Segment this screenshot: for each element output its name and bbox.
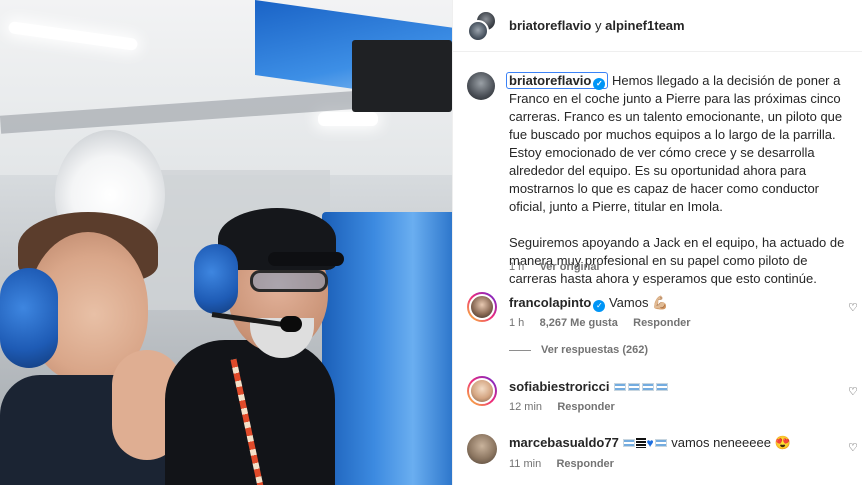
post-authors: briatoreflavio y alpinef1team <box>509 18 685 33</box>
timestamp[interactable]: 1 h <box>509 261 524 273</box>
caption-username[interactable]: briatoreflavio ✓ <box>506 72 609 90</box>
headset-mic <box>280 316 302 332</box>
view-replies-button[interactable]: Ver respuestas (262) <box>509 344 648 356</box>
avatar[interactable] <box>467 434 497 464</box>
heart-outline-icon[interactable]: ♡ <box>848 386 860 398</box>
argentina-flags-emoji <box>613 379 669 394</box>
avatar-image <box>469 294 495 320</box>
post-header: briatoreflavio y alpinef1team <box>453 0 862 52</box>
argentina-flag-icon <box>642 383 655 391</box>
caption-text: Hemos llegado a la decisión de poner a F… <box>509 73 843 214</box>
avatar-image <box>469 378 495 404</box>
comment-username[interactable]: sofiabiestroricci <box>509 379 609 394</box>
timestamp[interactable]: 1 h <box>509 317 524 329</box>
heart-outline-icon[interactable]: ♡ <box>848 302 860 314</box>
reply-button[interactable]: Responder <box>556 458 613 470</box>
stripes-emoji-icon <box>636 438 647 448</box>
comment-meta: 12 min Responder <box>509 401 615 413</box>
avatar[interactable] <box>467 376 497 406</box>
comment: francolapinto ✓ Vamos 💪🏼 <box>509 294 829 312</box>
timestamp[interactable]: 11 min <box>509 458 541 470</box>
timestamp[interactable]: 12 min <box>509 401 542 413</box>
collab-avatars[interactable] <box>467 10 499 42</box>
comment-meta: 11 min Responder <box>509 458 614 470</box>
reply-button[interactable]: Responder <box>633 317 690 329</box>
avatar[interactable] <box>467 292 497 322</box>
heart-outline-icon[interactable]: ♡ <box>848 442 860 454</box>
comment-username[interactable]: marcebasualdo77 <box>509 435 619 450</box>
sunglasses <box>250 270 328 292</box>
argentina-flag-icon <box>623 439 636 447</box>
comment: sofiabiestroricci <box>509 378 829 396</box>
post-photo[interactable] <box>0 0 452 485</box>
team-principal-shirt <box>165 340 335 485</box>
avatar[interactable] <box>467 20 489 42</box>
comment-text: vamos neneeeee 😍 <box>671 435 791 450</box>
argentina-flag-icon <box>656 383 669 391</box>
cap-visor <box>268 252 344 266</box>
team-principal-headset <box>194 244 238 314</box>
replies-divider <box>509 349 531 351</box>
blue-heart-icon: ♥ <box>646 436 654 450</box>
authors-joiner: y <box>594 18 602 33</box>
comment: marcebasualdo77 ♥ vamos neneeeee 😍 <box>509 434 829 452</box>
overhead-monitor <box>352 40 452 112</box>
post-caption: briatoreflavio ✓ Hemos llegado a la decis… <box>506 72 849 288</box>
see-original-button[interactable]: Ver original <box>540 261 600 273</box>
view-replies-label: Ver respuestas (262) <box>541 344 649 356</box>
argentina-flag-icon <box>614 383 627 391</box>
argentina-flag-icon <box>654 439 667 447</box>
caption-meta: 1 h Ver original <box>509 261 600 273</box>
comment-meta: 1 h 8,267 Me gusta Responder <box>509 317 691 329</box>
reply-button[interactable]: Responder <box>557 401 614 413</box>
comment-text: Vamos 💪🏼 <box>608 295 669 310</box>
ceiling-light <box>318 112 378 126</box>
author-link[interactable]: briatoreflavio <box>509 18 591 33</box>
likes-count[interactable]: 8,267 Me gusta <box>540 317 618 329</box>
young-driver-headset <box>0 268 58 368</box>
author-link[interactable]: alpinef1team <box>605 18 684 33</box>
verified-badge-icon: ✓ <box>593 300 606 312</box>
post-side-panel: briatoreflavio y alpinef1team briatorefl… <box>452 0 862 485</box>
comment-username[interactable]: francolapinto <box>509 295 591 310</box>
argentina-flag-icon <box>628 383 641 391</box>
verified-badge-icon: ✓ <box>593 78 606 90</box>
avatar[interactable] <box>467 72 495 100</box>
